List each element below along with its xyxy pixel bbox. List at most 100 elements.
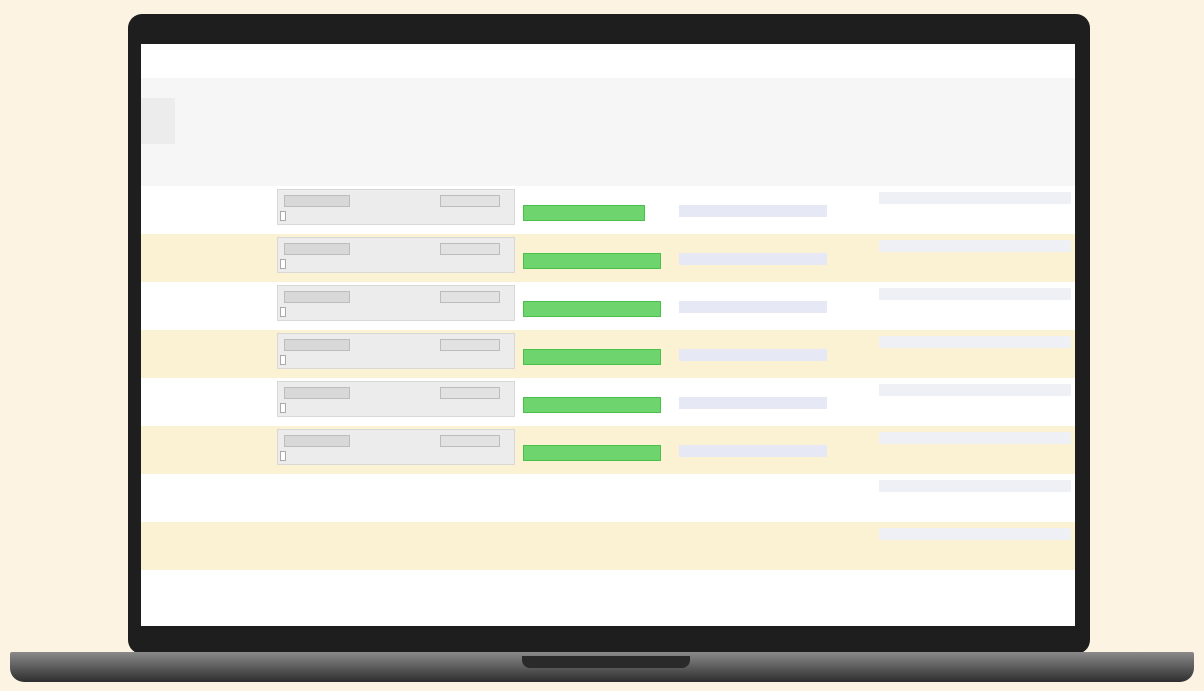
table-row[interactable]	[141, 522, 1075, 570]
type-cell	[219, 234, 273, 282]
status-cell	[519, 282, 675, 330]
reference-cell	[875, 234, 1075, 282]
row-form	[277, 429, 515, 465]
row-checkbox[interactable]	[280, 259, 286, 269]
reference-text	[879, 240, 1071, 252]
detail-link[interactable]	[679, 301, 827, 313]
status-count	[523, 381, 671, 393]
type-cell	[219, 282, 273, 330]
row-text-input[interactable]	[284, 387, 350, 399]
column-header[interactable]	[141, 144, 219, 186]
reference-text	[879, 384, 1071, 396]
status-bar	[523, 301, 661, 317]
empty-cell	[273, 522, 519, 570]
detail-link[interactable]	[679, 253, 827, 265]
reference-cell	[875, 426, 1075, 474]
data-table	[141, 144, 1075, 570]
table-row[interactable]	[141, 378, 1075, 426]
status-count	[523, 189, 671, 201]
table-row[interactable]	[141, 186, 1075, 234]
detail-cell	[675, 282, 875, 330]
type-cell	[219, 378, 273, 426]
row-form	[277, 189, 515, 225]
table-row[interactable]	[141, 330, 1075, 378]
reference-text	[879, 480, 1071, 492]
row-select[interactable]	[440, 387, 500, 399]
empty-cell	[219, 474, 273, 522]
reference-cell	[875, 378, 1075, 426]
row-checkbox[interactable]	[280, 451, 286, 461]
reference-cell	[875, 186, 1075, 234]
row-select[interactable]	[440, 243, 500, 255]
form-cell	[273, 234, 519, 282]
empty-cell	[519, 522, 675, 570]
status-bar	[523, 349, 661, 365]
table-body	[141, 186, 1075, 570]
row-text-input[interactable]	[284, 435, 350, 447]
detail-link[interactable]	[679, 205, 827, 217]
row-checkbox[interactable]	[280, 211, 286, 221]
status-bar	[523, 445, 661, 461]
reference-text	[879, 432, 1071, 444]
status-count	[523, 285, 671, 297]
row-form	[277, 237, 515, 273]
type-cell	[219, 186, 273, 234]
column-header[interactable]	[273, 144, 519, 186]
id-cell	[141, 234, 219, 282]
status-bar	[523, 253, 661, 269]
detail-cell	[675, 330, 875, 378]
status-cell	[519, 378, 675, 426]
table-row[interactable]	[141, 426, 1075, 474]
column-header[interactable]	[875, 144, 1075, 186]
status-cell	[519, 186, 675, 234]
status-cell	[519, 426, 675, 474]
reference-cell	[875, 522, 1075, 570]
id-cell	[141, 522, 219, 570]
row-text-input[interactable]	[284, 195, 350, 207]
reference-text	[879, 336, 1071, 348]
row-select[interactable]	[440, 435, 500, 447]
reference-text	[879, 528, 1071, 540]
column-header[interactable]	[675, 144, 875, 186]
row-select[interactable]	[440, 195, 500, 207]
status-cell	[519, 330, 675, 378]
empty-cell	[273, 474, 519, 522]
id-cell	[141, 426, 219, 474]
detail-cell	[675, 378, 875, 426]
row-form	[277, 333, 515, 369]
status-count	[523, 237, 671, 249]
empty-cell	[519, 474, 675, 522]
table-row[interactable]	[141, 282, 1075, 330]
type-cell	[219, 330, 273, 378]
reference-text	[879, 192, 1071, 204]
row-form	[277, 381, 515, 417]
table-row[interactable]	[141, 234, 1075, 282]
type-cell	[219, 426, 273, 474]
id-cell	[141, 186, 219, 234]
row-checkbox[interactable]	[280, 355, 286, 365]
row-text-input[interactable]	[284, 291, 350, 303]
row-form	[277, 285, 515, 321]
form-cell	[273, 378, 519, 426]
table-header-row	[141, 144, 1075, 186]
status-count	[523, 429, 671, 441]
laptop-screen	[141, 44, 1075, 626]
status-count	[523, 333, 671, 345]
detail-cell	[675, 426, 875, 474]
row-text-input[interactable]	[284, 243, 350, 255]
detail-link[interactable]	[679, 349, 827, 361]
row-select[interactable]	[440, 339, 500, 351]
table-row[interactable]	[141, 474, 1075, 522]
detail-link[interactable]	[679, 397, 827, 409]
column-header[interactable]	[219, 144, 273, 186]
row-checkbox[interactable]	[280, 403, 286, 413]
row-checkbox[interactable]	[280, 307, 286, 317]
detail-link[interactable]	[679, 445, 827, 457]
id-cell	[141, 330, 219, 378]
empty-cell	[219, 522, 273, 570]
row-select[interactable]	[440, 291, 500, 303]
laptop-notch	[522, 656, 690, 668]
row-text-input[interactable]	[284, 339, 350, 351]
column-header[interactable]	[519, 144, 675, 186]
id-cell	[141, 474, 219, 522]
